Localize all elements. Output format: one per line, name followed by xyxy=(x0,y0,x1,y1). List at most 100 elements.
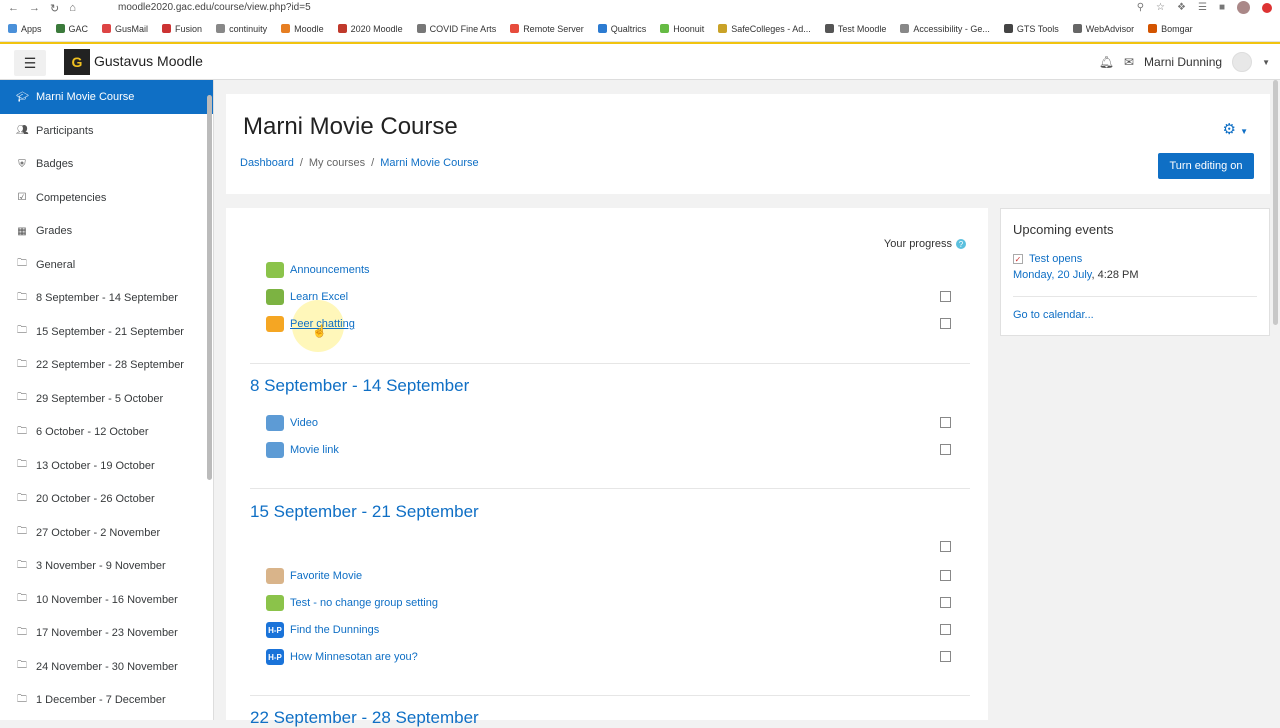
update-icon[interactable] xyxy=(1262,2,1272,13)
activity-link[interactable]: Find the Dunnings xyxy=(290,624,379,636)
bookmark-item[interactable]: Moodle xyxy=(281,24,324,34)
sidebar-item-competencies[interactable]: ☑ Competencies xyxy=(0,181,213,215)
gear-icon[interactable]: ⚙ ▼ xyxy=(1222,120,1248,138)
completion-checkbox[interactable] xyxy=(940,541,951,552)
forum-icon xyxy=(266,595,284,611)
completion-checkbox[interactable] xyxy=(940,417,951,428)
menu-list-icon[interactable]: ☰ xyxy=(1198,2,1207,13)
bookmark-item[interactable]: continuity xyxy=(216,24,267,34)
bookmark-item[interactable]: Accessibility - Ge... xyxy=(900,24,990,34)
sidebar-item-29-september-5-october[interactable]: 🗀︎ 29 September - 5 October xyxy=(0,382,213,416)
home-icon[interactable]: ⌂ xyxy=(69,2,76,15)
sidebar-item-6-october-12-october[interactable]: 🗀︎ 6 October - 12 October xyxy=(0,416,213,450)
bookmark-label: Apps xyxy=(21,23,42,34)
activity-link[interactable]: Video xyxy=(290,417,318,429)
forward-icon[interactable]: → xyxy=(29,2,40,15)
cast-icon[interactable]: ■ xyxy=(1219,2,1225,13)
sidebar-item-15-september-21-september[interactable]: 🗀︎ 15 September - 21 September xyxy=(0,315,213,349)
zoom-icon[interactable]: ⚲ xyxy=(1137,2,1144,13)
activity-link[interactable]: Movie link xyxy=(290,444,339,456)
chevron-down-icon[interactable]: ▼ xyxy=(1262,58,1270,67)
folder-icon: 🗀︎ xyxy=(17,392,27,404)
bookmark-favicon-icon xyxy=(510,24,520,33)
bookmark-item[interactable]: Hoonuit xyxy=(660,24,704,34)
page-header: Marni Movie Course ⚙ ▼ Dashboard / My co… xyxy=(226,94,1270,194)
bookmark-item[interactable]: WebAdvisor xyxy=(1072,24,1134,34)
bookmark-item[interactable]: Test Moodle xyxy=(824,24,886,34)
activity-link[interactable]: How Minnesotan are you? xyxy=(290,651,418,663)
bookmark-item[interactable]: GAC xyxy=(55,24,88,34)
page-title: Marni Movie Course xyxy=(243,113,458,140)
star-icon[interactable]: ☆ xyxy=(1156,2,1165,13)
bookmark-item[interactable]: 2020 Moodle xyxy=(337,24,403,34)
sidebar-item-1-december-7-december[interactable]: 🗀︎ 1 December - 7 December xyxy=(0,684,213,718)
event-name[interactable]: Test opens xyxy=(1029,253,1082,265)
bookmark-item[interactable]: Fusion xyxy=(162,24,202,34)
turn-editing-on-button[interactable]: Turn editing on xyxy=(1158,153,1254,179)
profile-avatar[interactable] xyxy=(1237,1,1250,14)
sidebar-item-badges[interactable]: ⛨ Badges xyxy=(0,148,213,182)
bookmark-item[interactable]: SafeColleges - Ad... xyxy=(718,24,811,34)
bookmark-item[interactable]: COVID Fine Arts xyxy=(416,24,496,34)
bookmark-favicon-icon xyxy=(281,24,291,33)
sidebar-item-grades[interactable]: ▦ Grades xyxy=(0,215,213,249)
completion-checkbox[interactable] xyxy=(940,444,951,455)
site-name[interactable]: Gustavus Moodle xyxy=(94,53,203,69)
breadcrumb-course[interactable]: Marni Movie Course xyxy=(380,157,478,169)
completion-checkbox[interactable] xyxy=(940,291,951,302)
sidebar-item-22-september-28-september[interactable]: 🗀︎ 22 September - 28 September xyxy=(0,349,213,383)
activity-link[interactable]: Announcements xyxy=(290,264,370,276)
bookmark-item[interactable]: Bomgar xyxy=(1148,24,1193,34)
bookmark-item[interactable]: Remote Server xyxy=(510,24,584,34)
completion-checkbox[interactable] xyxy=(940,651,951,662)
bell-icon[interactable]: 🔔︎ xyxy=(1099,55,1114,69)
event-date[interactable]: Monday, 20 July xyxy=(1013,269,1091,281)
section-title[interactable]: 8 September - 14 September xyxy=(250,376,469,396)
help-icon[interactable]: ? xyxy=(956,239,966,249)
completion-checkbox[interactable] xyxy=(940,318,951,329)
reload-icon[interactable]: ↻ xyxy=(50,2,59,15)
sidebar-item-general[interactable]: 🗀︎ General xyxy=(0,248,213,282)
avatar[interactable] xyxy=(1232,52,1253,72)
sidebar-item-13-october-19-october[interactable]: 🗀︎ 13 October - 19 October xyxy=(0,449,213,483)
section-title[interactable]: 22 September - 28 September xyxy=(250,708,479,728)
completion-checkbox[interactable] xyxy=(940,597,951,608)
user-name[interactable]: Marni Dunning xyxy=(1144,55,1222,69)
activity-link[interactable]: Test - no change group setting xyxy=(290,597,438,609)
gustavus-logo[interactable]: G xyxy=(64,49,90,75)
message-icon[interactable]: ✉ xyxy=(1124,55,1134,69)
sidebar-item-3-november-9-november[interactable]: 🗀︎ 3 November - 9 November xyxy=(0,550,213,584)
sidebar-scrollbar[interactable] xyxy=(207,95,212,480)
bookmark-item[interactable]: GTS Tools xyxy=(1003,24,1059,34)
sidebar-item-8-september-14-september[interactable]: 🗀︎ 8 September - 14 September xyxy=(0,282,213,316)
bookmark-label: Accessibility - Ge... xyxy=(913,23,990,34)
sidebar-item-marni-movie-course[interactable]: 🎓︎ Marni Movie Course xyxy=(0,80,213,114)
back-icon[interactable]: ← xyxy=(8,2,19,15)
address-bar[interactable]: moodle2020.gac.edu/course/view.php?id=5 xyxy=(118,2,311,13)
sidebar-item-17-november-23-november[interactable]: 🗀︎ 17 November - 23 November xyxy=(0,617,213,651)
completion-checkbox[interactable] xyxy=(940,624,951,635)
bookmarks-bar: Apps GAC GusMail Fusion continuity Moodle 2020… xyxy=(0,16,1280,42)
sidebar-item-20-october-26-october[interactable]: 🗀︎ 20 October - 26 October xyxy=(0,483,213,517)
sidebar-item-participants[interactable]: 👥︎ Participants xyxy=(0,114,213,148)
breadcrumb-dashboard[interactable]: Dashboard xyxy=(240,157,294,169)
extension-icon[interactable]: ❖ xyxy=(1177,2,1186,13)
completion-checkbox[interactable] xyxy=(940,570,951,581)
page-scrollbar[interactable] xyxy=(1273,80,1278,325)
sidebar-item-24-november-30-november[interactable]: 🗀︎ 24 November - 30 November xyxy=(0,650,213,684)
sidebar-item-label: Competencies xyxy=(36,191,107,204)
hamburger-menu-icon[interactable]: ☰ xyxy=(14,50,46,76)
sidebar-item-27-october-2-november[interactable]: 🗀︎ 27 October - 2 November xyxy=(0,516,213,550)
sidebar-item-10-november-16-november[interactable]: 🗀︎ 10 November - 16 November xyxy=(0,583,213,617)
bookmark-item[interactable]: GusMail xyxy=(102,24,148,34)
divider xyxy=(1013,296,1257,297)
bookmark-item[interactable]: Qualtrics xyxy=(597,24,646,34)
section-title[interactable]: 15 September - 21 September xyxy=(250,502,479,522)
activity-item: Video xyxy=(266,415,318,431)
activity-item: Test - no change group setting xyxy=(266,595,438,611)
calendar-link[interactable]: Go to calendar... xyxy=(1013,309,1094,321)
activity-link[interactable]: Favorite Movie xyxy=(290,570,362,582)
bookmark-item[interactable]: Apps xyxy=(8,24,42,34)
breadcrumb-my-courses[interactable]: My courses xyxy=(309,157,365,169)
activity-link[interactable]: Learn Excel xyxy=(290,291,348,303)
